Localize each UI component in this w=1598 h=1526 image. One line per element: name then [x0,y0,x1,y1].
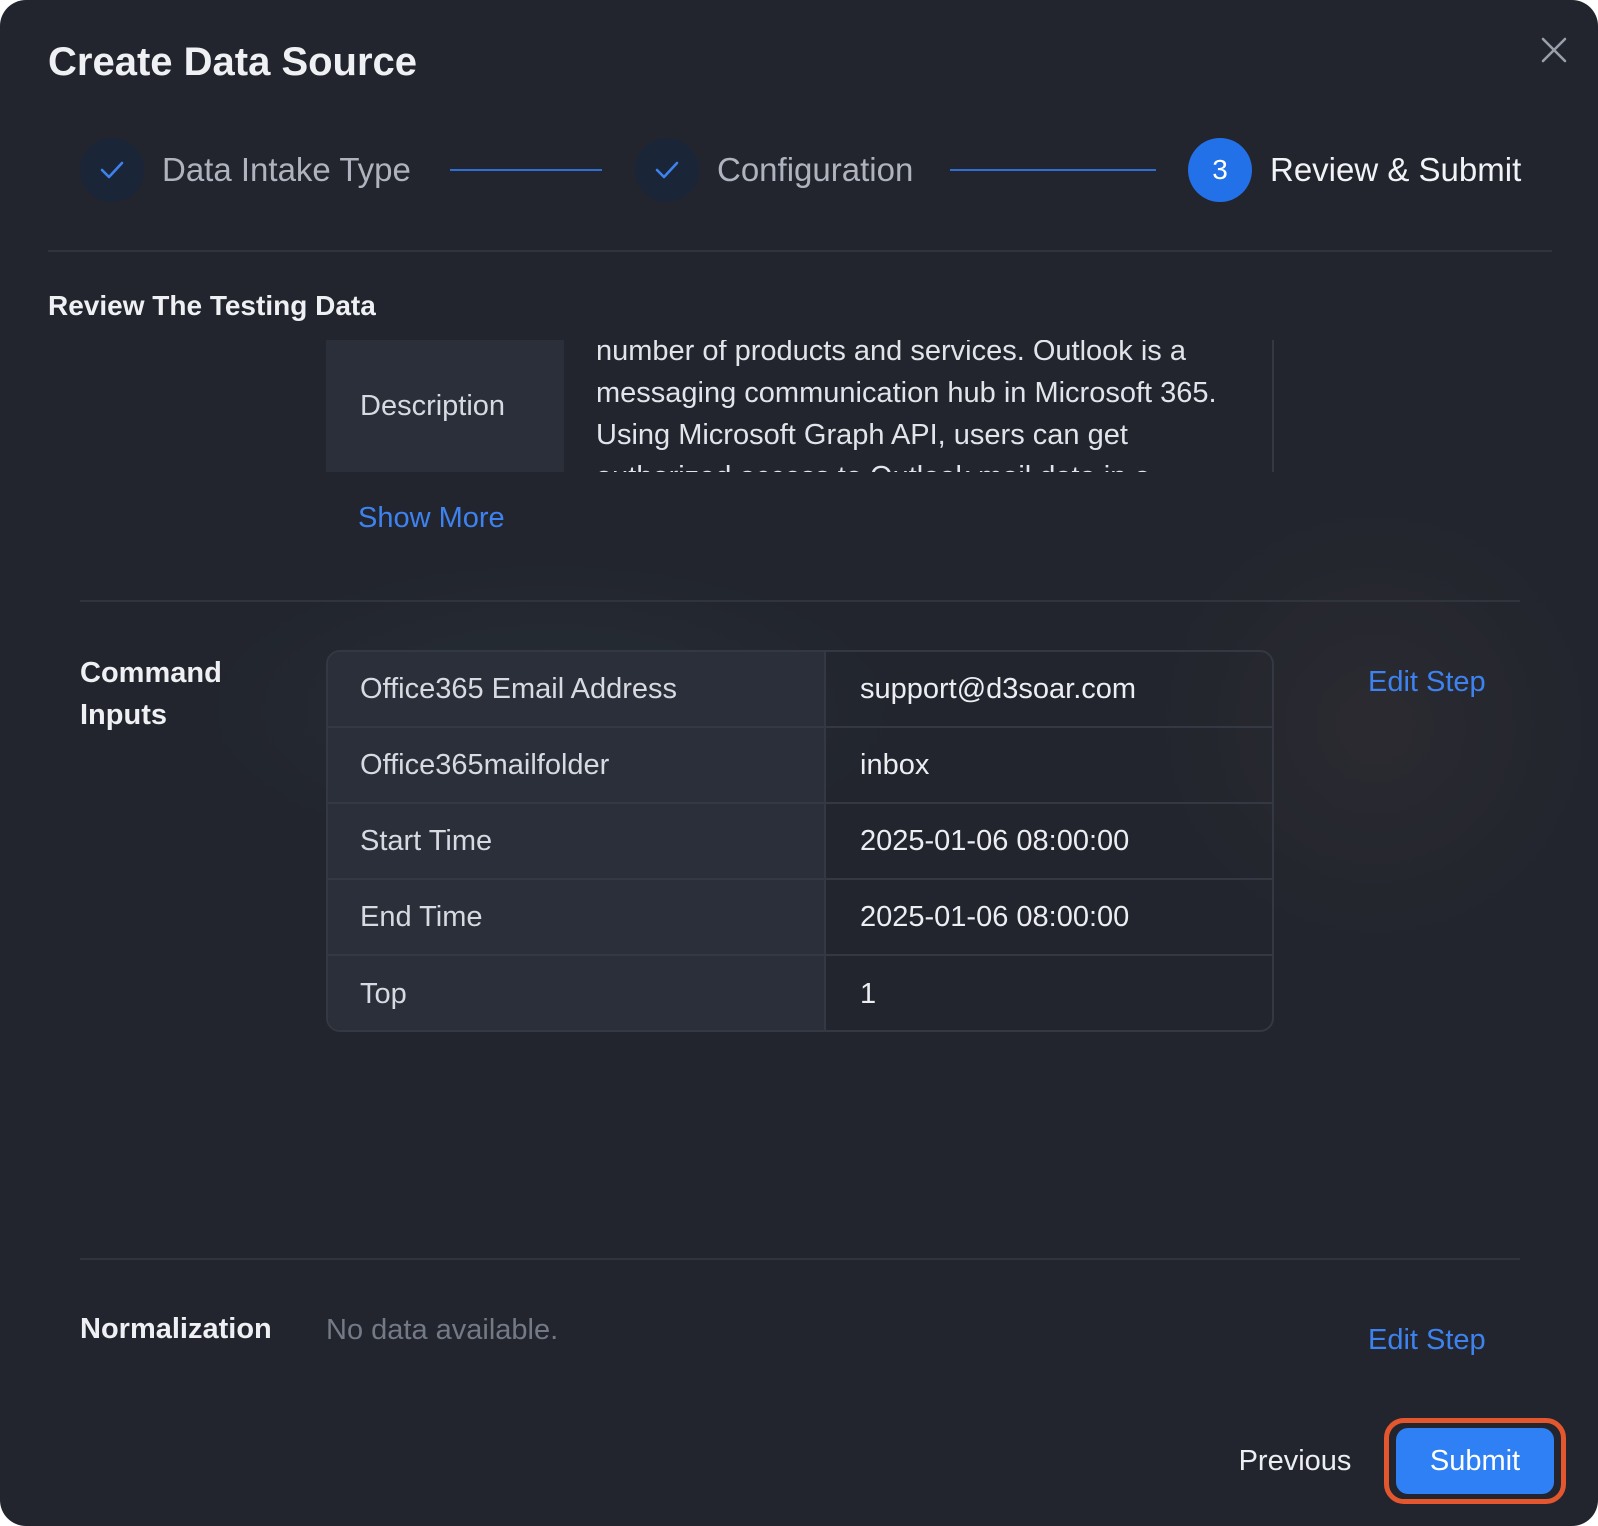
check-icon [655,161,679,179]
stepper: Data Intake Type Configuration 3 Review … [80,138,1521,202]
step-review-submit[interactable]: 3 Review & Submit [1188,138,1521,202]
table-cell-value: 2025-01-06 08:00:00 [860,824,1130,857]
previous-button[interactable]: Previous [1220,1420,1370,1502]
table-cell-key: Office365 Email Address [328,652,826,726]
step-configuration[interactable]: Configuration [635,138,913,202]
table-cell-value: inbox [860,748,930,781]
edit-step-command-inputs[interactable]: Edit Step [1368,666,1486,699]
step-label: Configuration [717,151,914,188]
divider [80,1258,1520,1260]
table-cell-value: 2025-01-06 08:00:00 [860,900,1130,933]
check-icon [100,161,124,179]
command-inputs-table: Office365 Email Address support@d3soar.c… [326,650,1274,1032]
close-button[interactable] [1534,30,1574,70]
table-row: Start Time 2025-01-06 08:00:00 [328,804,1272,880]
close-icon [1541,37,1567,63]
table-cell-key: Office365mailfolder [328,728,826,802]
table-row: End Time 2025-01-06 08:00:00 [328,880,1272,956]
divider [48,250,1552,252]
step-label: Review & Submit [1270,151,1522,188]
table-row: Office365mailfolder inbox [328,728,1272,804]
section-heading: Review The Testing Data [48,290,376,321]
modal-title: Create Data Source [48,40,418,84]
description-row[interactable]: Description number of products and servi… [326,340,1274,472]
table-cell-value: 1 [860,977,877,1010]
table-row: Top 1 [328,956,1272,1030]
show-more-link[interactable]: Show More [358,502,505,535]
normalization-label: Normalization [80,1313,272,1345]
edit-step-normalization[interactable]: Edit Step [1368,1324,1486,1357]
divider [80,600,1520,602]
step-complete-badge [80,138,144,202]
table-cell-key: End Time [328,880,826,954]
step-data-intake-type[interactable]: Data Intake Type [80,138,411,202]
create-data-source-modal: Create Data Source Data Intake Type Conf… [0,0,1598,1526]
command-inputs-label: Command Inputs [80,657,222,731]
step-number-badge: 3 [1188,138,1252,202]
empty-state-text: No data available. [326,1314,559,1346]
step-complete-badge [635,138,699,202]
step-label: Data Intake Type [162,151,411,188]
table-cell-key: Top [328,956,826,1030]
step-connector [450,169,602,171]
submit-button[interactable]: Submit [1396,1428,1554,1494]
description-value: number of products and services. Outlook… [596,340,1217,472]
description-key: Description [326,340,564,472]
table-cell-value: support@d3soar.com [860,672,1137,705]
table-border [1272,340,1274,472]
step-connector [950,169,1156,171]
table-cell-key: Start Time [328,804,826,878]
table-row: Office365 Email Address support@d3soar.c… [328,652,1272,728]
